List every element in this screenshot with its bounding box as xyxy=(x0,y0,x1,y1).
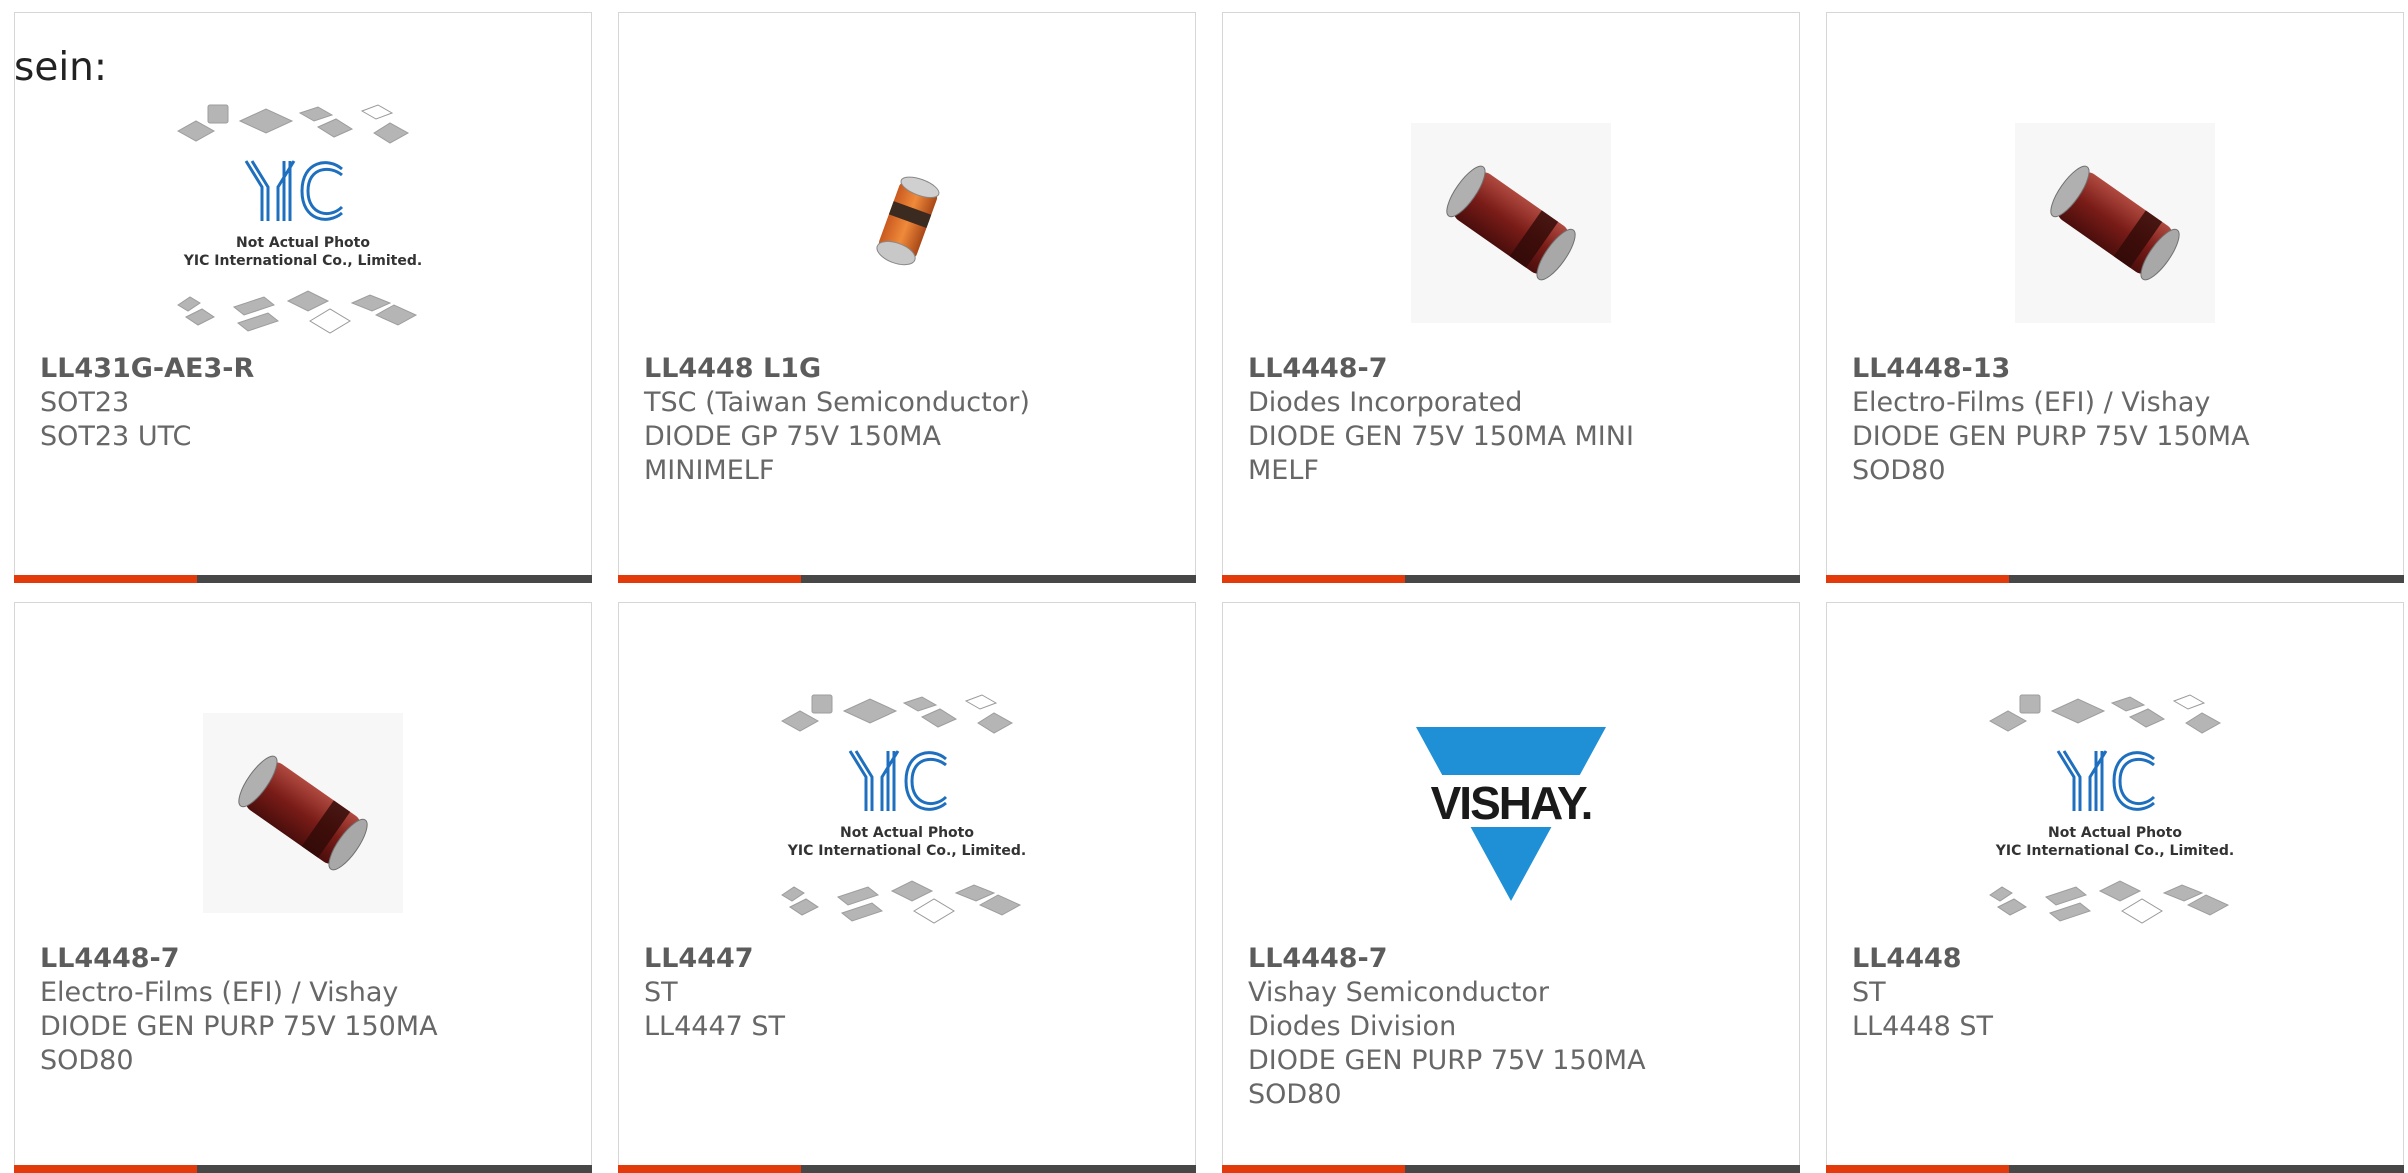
product-info: LL431G-AE3-R SOT23 SOT23 UTC xyxy=(40,352,560,454)
product-image: Not Actual Photo YIC International Co., … xyxy=(619,683,1195,943)
card-bottom-bar xyxy=(618,1165,1196,1173)
card-bar-accent xyxy=(1826,575,2009,583)
product-info: LL4448-13 Electro-Films (EFI) / Vishay D… xyxy=(1852,352,2372,488)
vishay-logo-text: VISHAY. xyxy=(1431,777,1592,829)
manufacturer: Vishay Semiconductor Diodes Division xyxy=(1248,977,1549,1042)
part-number[interactable]: LL431G-AE3-R xyxy=(40,352,560,386)
product-image xyxy=(619,93,1195,353)
product-card[interactable]: Not Actual Photo YIC International Co., … xyxy=(618,602,1196,1173)
card-bar-accent xyxy=(1222,575,1405,583)
manufacturer: Electro-Films (EFI) / Vishay xyxy=(1852,387,2211,418)
product-card[interactable]: LL4448 L1G TSC (Taiwan Semiconductor) DI… xyxy=(618,12,1196,583)
product-image xyxy=(1223,93,1799,353)
description: DIODE GEN PURP 75V 150MA SOD80 xyxy=(40,1011,438,1076)
product-info: LL4447 ST LL4447 ST xyxy=(644,942,1164,1044)
description: LL4448 ST xyxy=(1852,1011,1994,1042)
manufacturer: TSC (Taiwan Semiconductor) xyxy=(644,387,1030,418)
card-bar-accent xyxy=(14,1165,197,1173)
yic-placeholder-image: Not Actual Photo YIC International Co., … xyxy=(1988,693,2234,924)
description: SOT23 UTC xyxy=(40,421,192,452)
product-card[interactable]: Not Actual Photo YIC International Co., … xyxy=(1826,602,2404,1173)
product-card[interactable]: LL4448-13 Electro-Films (EFI) / Vishay D… xyxy=(1826,12,2404,583)
yic-placeholder-image: Not Actual Photo YIC International Co., … xyxy=(780,693,1026,924)
description: DIODE GEN PURP 75V 150MA SOD80 xyxy=(1852,421,2250,486)
red-diode-image xyxy=(1411,123,1611,323)
product-info: LL4448-7 Vishay Semiconductor Diodes Div… xyxy=(1248,942,1768,1112)
card-bar-accent xyxy=(1826,1165,2009,1173)
card-bar-accent xyxy=(618,1165,801,1173)
photo-caption-1: Not Actual Photo xyxy=(840,825,974,841)
card-bottom-bar xyxy=(1222,575,1800,583)
product-info: LL4448-7 Diodes Incorporated DIODE GEN 7… xyxy=(1248,352,1768,488)
part-number[interactable]: LL4448-7 xyxy=(40,942,560,976)
part-number[interactable]: LL4447 xyxy=(644,942,1164,976)
photo-caption-1: Not Actual Photo xyxy=(2048,825,2182,841)
yic-placeholder-image: Not Actual Photo YIC International Co., … xyxy=(176,103,422,334)
product-card[interactable]: LL4448-7 Electro-Films (EFI) / Vishay DI… xyxy=(14,602,592,1173)
red-diode-image xyxy=(203,713,403,913)
product-info: LL4448 ST LL4448 ST xyxy=(1852,942,2372,1044)
product-info: LL4448-7 Electro-Films (EFI) / Vishay DI… xyxy=(40,942,560,1078)
product-image xyxy=(1827,93,2403,353)
product-card[interactable]: VISHAY. LL4448-7 Vishay Semiconductor Di… xyxy=(1222,602,1800,1173)
description: DIODE GEN PURP 75V 150MA SOD80 xyxy=(1248,1045,1646,1110)
card-bottom-bar xyxy=(618,575,1196,583)
photo-caption-1: Not Actual Photo xyxy=(236,235,370,251)
card-bottom-bar xyxy=(1826,575,2404,583)
manufacturer: ST xyxy=(644,977,678,1008)
photo-caption-2: YIC International Co., Limited. xyxy=(183,253,422,269)
product-card[interactable]: LL4448-7 Diodes Incorporated DIODE GEN 7… xyxy=(1222,12,1800,583)
product-image: VISHAY. xyxy=(1223,683,1799,943)
product-info: LL4448 L1G TSC (Taiwan Semiconductor) DI… xyxy=(644,352,1164,488)
description: LL4447 ST xyxy=(644,1011,786,1042)
intro-text: sein: xyxy=(14,45,108,90)
manufacturer: SOT23 xyxy=(40,387,130,418)
photo-caption-2: YIC International Co., Limited. xyxy=(1995,843,2234,859)
red-diode-image xyxy=(2015,123,2215,323)
card-bottom-bar xyxy=(14,575,592,583)
product-image: Not Actual Photo YIC International Co., … xyxy=(1827,683,2403,943)
description: DIODE GP 75V 150MA MINIMELF xyxy=(644,421,941,486)
vishay-logo-image: VISHAY. xyxy=(1406,727,1616,901)
card-bottom-bar xyxy=(1222,1165,1800,1173)
product-image xyxy=(15,683,591,943)
part-number[interactable]: LL4448 xyxy=(1852,942,2372,976)
card-bar-accent xyxy=(618,575,801,583)
card-bottom-bar xyxy=(1826,1165,2404,1173)
part-number[interactable]: LL4448-13 xyxy=(1852,352,2372,386)
photo-caption-2: YIC International Co., Limited. xyxy=(787,843,1026,859)
card-bar-accent xyxy=(14,575,197,583)
description: DIODE GEN 75V 150MA MINI MELF xyxy=(1248,421,1634,486)
part-number[interactable]: LL4448-7 xyxy=(1248,352,1768,386)
orange-diode-image xyxy=(876,176,940,266)
card-bar-accent xyxy=(1222,1165,1405,1173)
product-image: Not Actual Photo YIC International Co., … xyxy=(15,93,591,353)
manufacturer: Diodes Incorporated xyxy=(1248,387,1523,418)
part-number[interactable]: LL4448 L1G xyxy=(644,352,1164,386)
manufacturer: ST xyxy=(1852,977,1886,1008)
manufacturer: Electro-Films (EFI) / Vishay xyxy=(40,977,399,1008)
card-bottom-bar xyxy=(14,1165,592,1173)
part-number[interactable]: LL4448-7 xyxy=(1248,942,1768,976)
